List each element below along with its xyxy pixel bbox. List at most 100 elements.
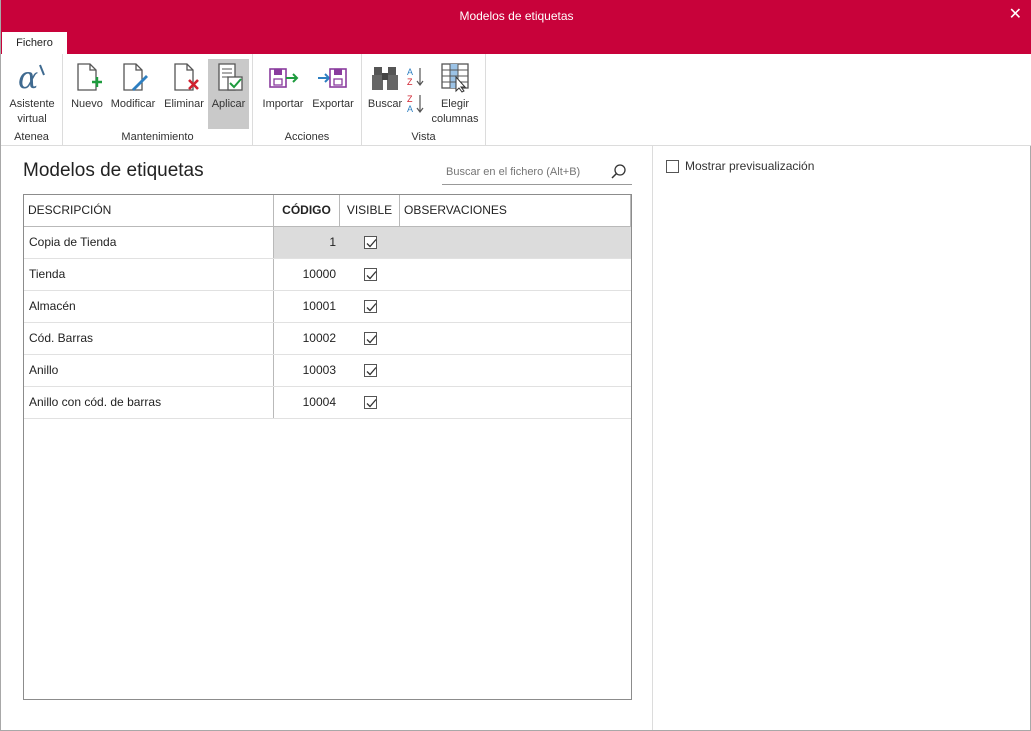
new-document-icon <box>77 63 102 91</box>
apply-document-icon <box>217 63 243 91</box>
cell-visible <box>340 387 400 418</box>
nuevo-label: Nuevo <box>71 98 103 110</box>
app-window: Modelos de etiquetas ✕ Fichero α Asisten… <box>0 0 1031 731</box>
column-header-observaciones[interactable]: OBSERVACIONES <box>400 195 631 226</box>
group-label-mantenimiento: Mantenimiento <box>121 131 194 143</box>
cell-descripcion: Anillo con cód. de barras <box>24 387 274 418</box>
cell-observaciones <box>400 259 631 290</box>
preview-checkbox[interactable] <box>666 160 679 173</box>
exportar-label: Exportar <box>312 98 354 110</box>
elegir-columnas-button[interactable]: Elegir columnas <box>429 59 481 129</box>
column-header-descripcion[interactable]: DESCRIPCIÓN <box>24 195 274 226</box>
group-atenea: α Asistente virtual Atenea <box>1 54 63 146</box>
exportar-button[interactable]: Exportar <box>309 59 357 129</box>
buscar-label: Buscar <box>367 98 403 110</box>
cell-observaciones <box>400 323 631 354</box>
table-row[interactable]: Cód. Barras 10002 <box>24 323 631 355</box>
cell-descripcion: Anillo <box>24 355 274 386</box>
assistant-button[interactable]: α Asistente virtual <box>5 59 59 129</box>
ribbon-tab-bar: Fichero <box>1 32 1031 54</box>
visible-checkbox[interactable] <box>364 236 377 249</box>
modificar-label: Modificar <box>110 98 156 110</box>
svg-text:A: A <box>407 67 413 77</box>
search-input[interactable] <box>446 163 606 181</box>
window-title: Modelos de etiquetas <box>459 9 574 23</box>
binoculars-icon <box>372 67 398 90</box>
alpha-icon: α <box>18 61 45 93</box>
cell-codigo: 10001 <box>302 299 336 313</box>
eliminar-button[interactable]: Eliminar <box>161 59 207 129</box>
importar-button[interactable]: Importar <box>259 59 307 129</box>
assistant-label-1: Asistente <box>9 98 55 110</box>
cell-observaciones <box>400 387 631 418</box>
table-row[interactable]: Anillo con cód. de barras 10004 <box>24 387 631 419</box>
import-icon <box>269 68 299 88</box>
cell-descripcion: Almacén <box>24 291 274 322</box>
cell-visible <box>340 291 400 322</box>
cell-descripcion: Copia de Tienda <box>24 227 274 258</box>
title-bar: Modelos de etiquetas ✕ <box>1 0 1031 32</box>
page-title: Modelos de etiquetas <box>23 160 204 181</box>
cell-visible <box>340 355 400 386</box>
delete-document-icon <box>174 63 199 91</box>
edit-document-icon <box>123 63 148 91</box>
preview-label: Mostrar previsualización <box>685 159 815 173</box>
sort-buttons: A Z Z A <box>407 66 425 114</box>
buscar-button[interactable]: Buscar <box>366 59 404 129</box>
group-mantenimiento: Nuevo Modificar Eliminar Aplicar Manteni… <box>63 54 253 146</box>
cell-visible <box>340 323 400 354</box>
visible-checkbox[interactable] <box>364 268 377 281</box>
assistant-label-2: virtual <box>17 113 47 125</box>
export-icon <box>318 68 347 88</box>
table-row[interactable]: Copia de Tienda 1 <box>24 227 631 259</box>
cell-codigo: 10002 <box>302 331 336 345</box>
aplicar-button[interactable]: Aplicar <box>208 59 249 129</box>
cell-observaciones <box>400 291 631 322</box>
labels-table: DESCRIPCIÓN CÓDIGO VISIBLE OBSERVACIONES… <box>23 194 632 700</box>
cell-descripcion: Cód. Barras <box>24 323 274 354</box>
group-label-vista: Vista <box>411 131 436 143</box>
svg-text:Z: Z <box>407 94 413 104</box>
visible-checkbox[interactable] <box>364 396 377 409</box>
table-row[interactable]: Almacén 10001 <box>24 291 631 323</box>
cell-visible <box>340 259 400 290</box>
group-label-acciones: Acciones <box>284 131 330 143</box>
table-header: DESCRIPCIÓN CÓDIGO VISIBLE OBSERVACIONES <box>24 195 631 227</box>
close-icon[interactable]: ✕ <box>1009 4 1022 24</box>
column-header-codigo[interactable]: CÓDIGO <box>274 195 340 226</box>
column-header-visible[interactable]: VISIBLE <box>340 195 400 226</box>
cell-codigo: 10004 <box>302 395 336 409</box>
svg-text:α: α <box>18 61 38 93</box>
modificar-button[interactable]: Modificar <box>107 59 159 129</box>
importar-label: Importar <box>262 98 304 110</box>
cell-visible <box>340 227 400 258</box>
group-label-atenea: Atenea <box>14 131 49 143</box>
preview-panel: Mostrar previsualización <box>652 146 1031 730</box>
group-acciones: Importar Exportar Acciones <box>253 54 362 146</box>
elegir-label-2: columnas <box>431 113 479 125</box>
visible-checkbox[interactable] <box>364 300 377 313</box>
cell-observaciones <box>400 355 631 386</box>
visible-checkbox[interactable] <box>364 364 377 377</box>
nuevo-button[interactable]: Nuevo <box>68 59 106 129</box>
group-vista: Buscar A Z Z A Elegir columnas Vista <box>362 54 486 146</box>
cell-codigo: 10003 <box>302 363 336 377</box>
cell-codigo: 10000 <box>302 267 336 281</box>
svg-text:Z: Z <box>407 77 413 87</box>
table-row[interactable]: Tienda 10000 <box>24 259 631 291</box>
aplicar-label: Aplicar <box>211 98 246 110</box>
tab-fichero[interactable]: Fichero <box>2 32 67 54</box>
cell-observaciones <box>400 227 631 258</box>
cell-descripcion: Tienda <box>24 259 274 290</box>
choose-columns-icon <box>441 63 469 93</box>
search-icon[interactable] <box>610 163 628 181</box>
sort-ascending-icon[interactable]: A Z <box>407 66 425 88</box>
svg-text:A: A <box>407 104 413 114</box>
sort-descending-icon[interactable]: Z A <box>407 93 425 115</box>
cell-codigo: 1 <box>274 227 340 258</box>
elegir-label-1: Elegir <box>440 98 470 110</box>
search-box <box>442 160 632 185</box>
ribbon: α Asistente virtual Atenea Nuevo Modific… <box>1 54 1031 146</box>
visible-checkbox[interactable] <box>364 332 377 345</box>
table-row[interactable]: Anillo 10003 <box>24 355 631 387</box>
